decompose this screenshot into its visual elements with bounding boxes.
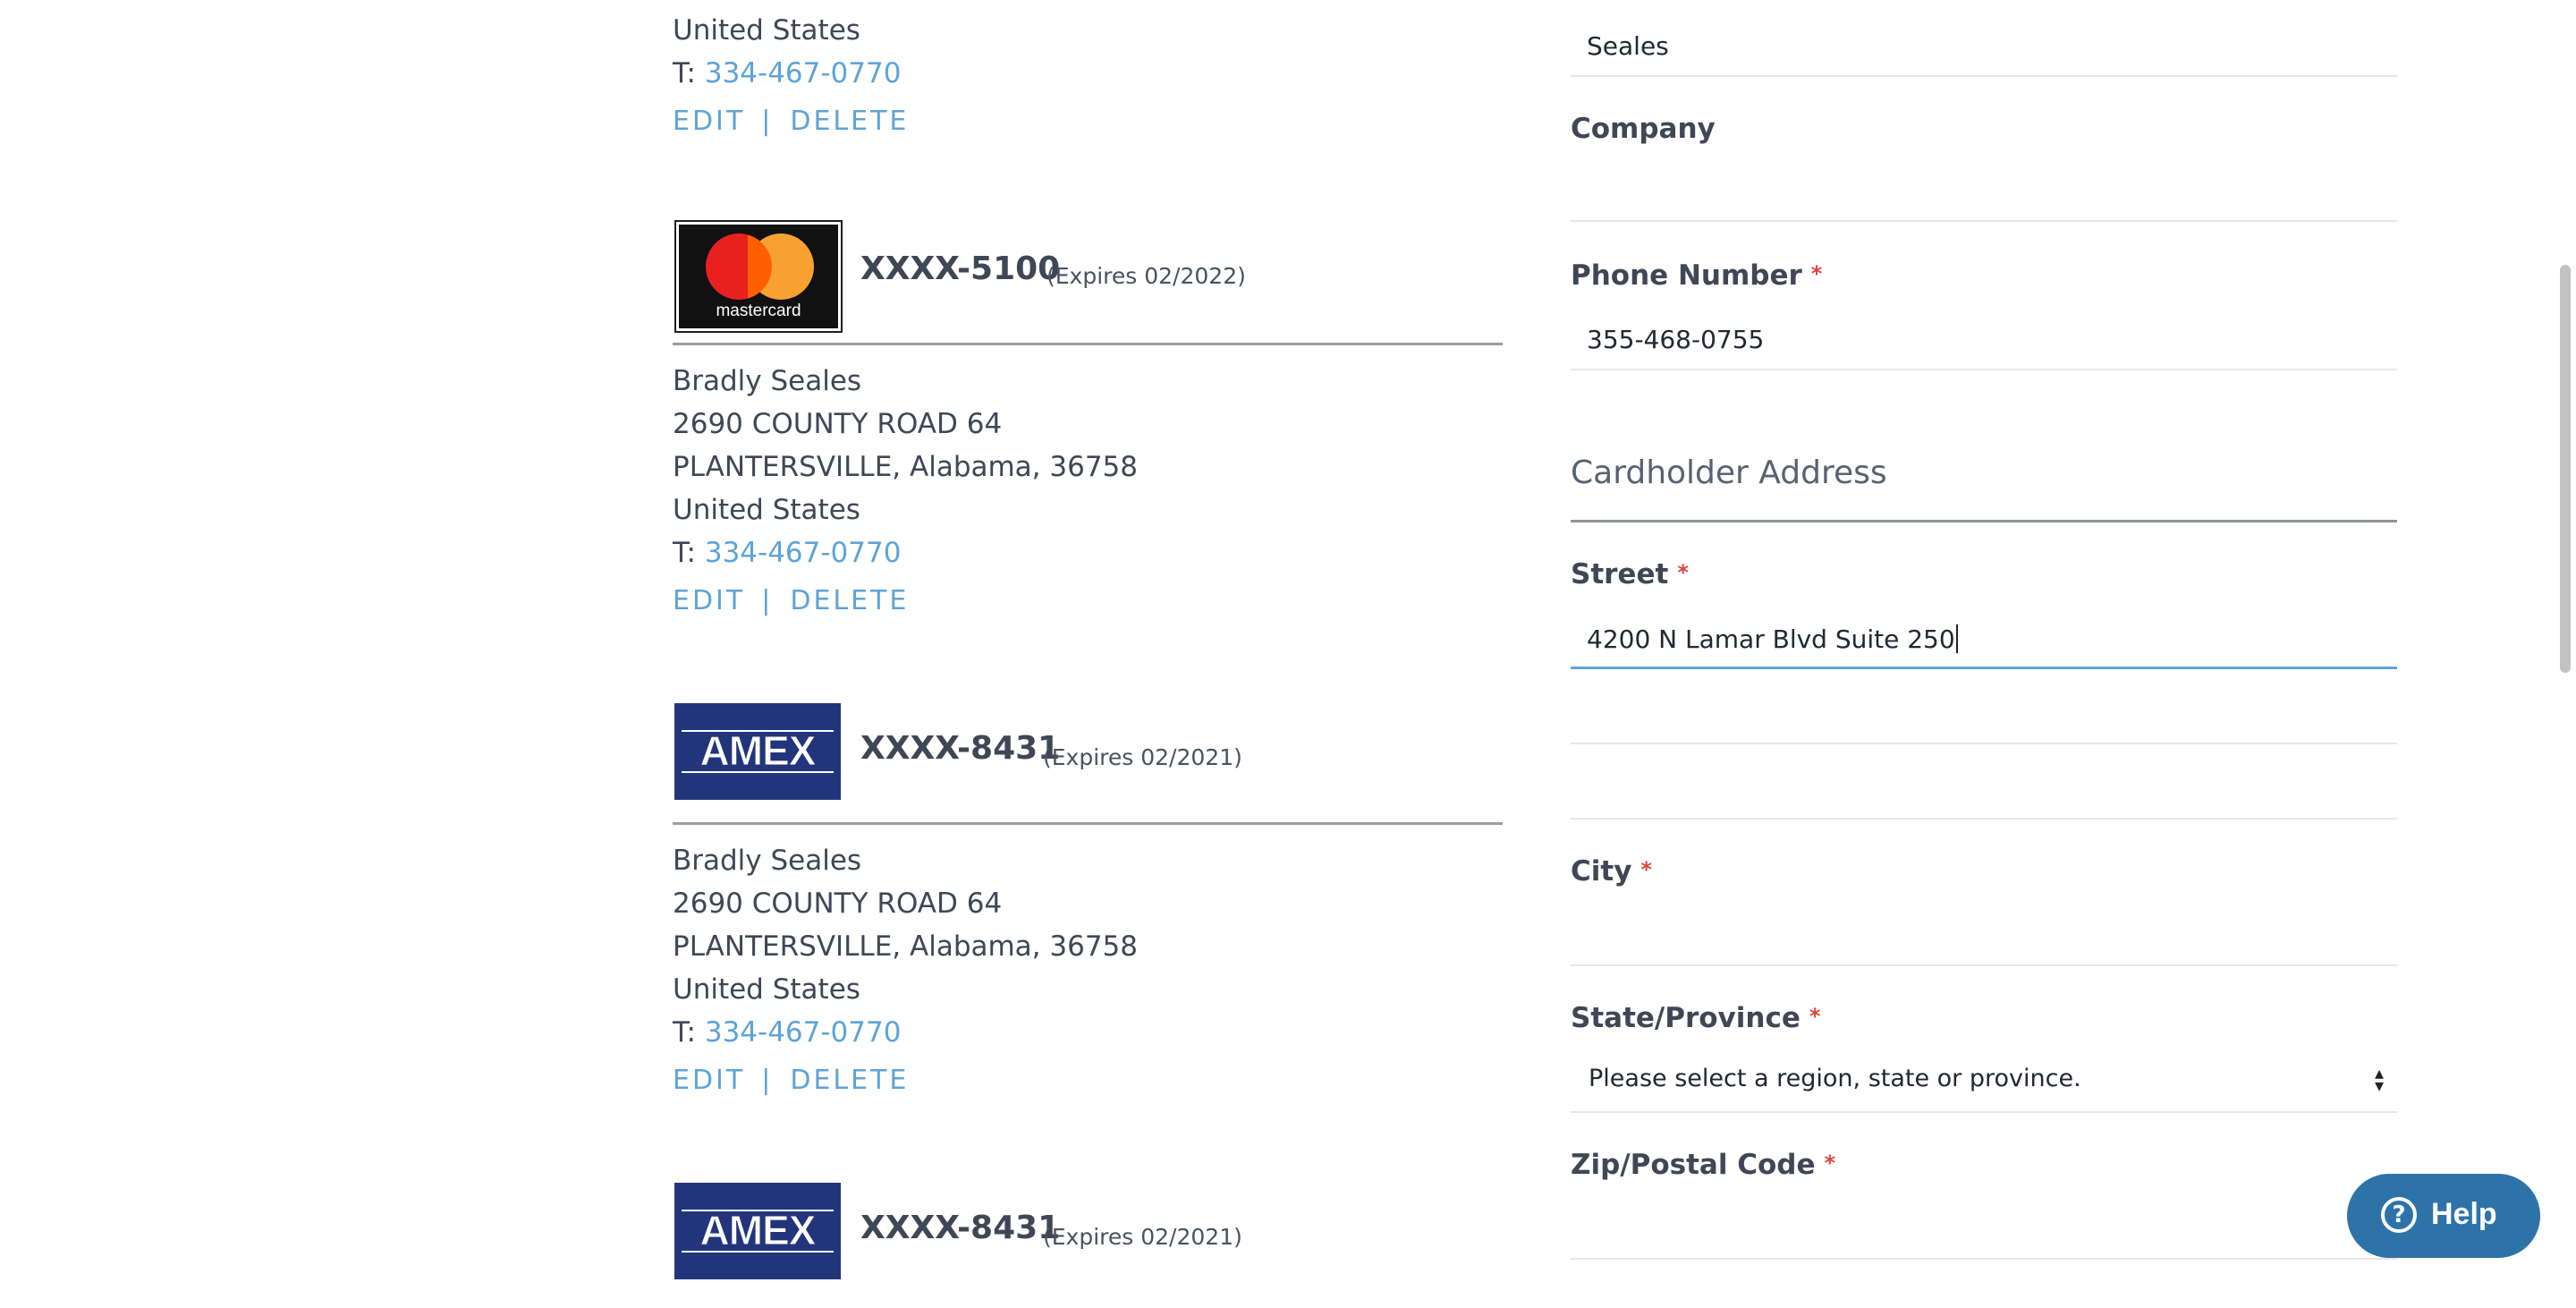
card-expiry: (Expires 02/2021) <box>1043 1224 1242 1250</box>
phone-input[interactable] <box>1571 310 2397 370</box>
card-address-phone: T: 334-467-0770 <box>673 1013 901 1052</box>
phone-link[interactable]: 334-467-0770 <box>705 537 902 569</box>
scrollbar-thumb[interactable] <box>2560 265 2571 673</box>
card-holder-name: Bradly Seales <box>673 365 862 397</box>
edit-link[interactable]: EDIT <box>673 106 745 137</box>
card-expiry: (Expires 02/2022) <box>1046 263 1246 289</box>
state-select[interactable]: Please select a region, state or provinc… <box>1571 1054 2397 1113</box>
phone-link[interactable]: 334-467-0770 <box>705 1016 902 1049</box>
phone-prefix: T: <box>673 537 705 569</box>
section-divider <box>1571 520 2397 522</box>
street-line-3-input[interactable] <box>1571 759 2397 820</box>
edit-link[interactable]: EDIT <box>673 585 745 616</box>
card-address-phone: T: 334-467-0770 <box>673 54 901 93</box>
card-address-phone: T: 334-467-0770 <box>673 533 901 573</box>
phone-label: Phone Number * <box>1571 259 1823 292</box>
saved-card-amex: AMEX XXXX-8431 (Expires 02/2021) <box>673 703 1503 828</box>
required-mark: * <box>1640 857 1652 882</box>
card-address-city: PLANTERSVILLE, Alabama, 36758 <box>673 930 1139 963</box>
street-input[interactable]: 4200 N Lamar Blvd Suite 250 <box>1571 608 2397 669</box>
required-mark: * <box>1677 560 1689 585</box>
delete-link[interactable]: DELETE <box>790 585 909 616</box>
phone-prefix: T: <box>673 57 705 89</box>
saved-cards-list: United States T: 334-467-0770 EDIT | DELET… <box>673 0 1503 1281</box>
required-mark: * <box>1824 1151 1836 1176</box>
card-form: Company Phone Number* Cardholder Address… <box>1571 0 2397 1281</box>
street-line-2-input[interactable] <box>1571 684 2397 744</box>
city-label: City * <box>1571 855 1652 888</box>
company-label: Company <box>1571 113 1716 145</box>
phone-link[interactable]: 334-467-0770 <box>705 57 902 89</box>
delete-link[interactable]: DELETE <box>790 1065 909 1096</box>
select-chevron-icon: ▴ ▾ <box>2374 1062 2385 1096</box>
card-number: XXXX-8431 <box>860 1210 1061 1246</box>
cardholder-address-heading: Cardholder Address <box>1571 454 1887 491</box>
state-select-value: Please select a region, state or provinc… <box>1589 1065 2081 1092</box>
action-separator: | <box>761 585 771 616</box>
card-expiry: (Expires 02/2021) <box>1043 744 1242 770</box>
amex-logo: AMEX <box>674 703 841 800</box>
help-label: Help <box>2431 1197 2497 1231</box>
last-name-input[interactable] <box>1571 16 2397 77</box>
required-mark: * <box>1809 1004 1821 1029</box>
page-scrollbar[interactable] <box>2555 0 2576 1281</box>
zip-label: Zip/Postal Code * <box>1571 1149 1836 1181</box>
card-address-street: 2690 COUNTY ROAD 64 <box>673 408 1003 440</box>
amex-logo: AMEX <box>674 1183 841 1279</box>
saved-card-mastercard: mastercard XXXX-5100 (Expires 02/2022) <box>673 220 1503 345</box>
question-circle-icon: ? <box>2381 1197 2417 1233</box>
state-label: State/Province * <box>1571 1002 1821 1034</box>
zip-input[interactable] <box>1571 1199 2397 1260</box>
saved-card-amex: AMEX XXXX-8431 (Expires 02/2021) <box>673 1183 1503 1308</box>
card-address-country: United States <box>673 494 860 526</box>
card-address-country: United States <box>673 14 860 47</box>
card-actions: EDIT | DELETE <box>673 1065 909 1096</box>
card-actions: EDIT | DELETE <box>673 585 909 616</box>
card-number: XXXX-8431 <box>860 730 1061 767</box>
phone-prefix: T: <box>673 1016 705 1049</box>
delete-link[interactable]: DELETE <box>790 106 909 137</box>
card-holder-name: Bradly Seales <box>673 845 862 877</box>
card-divider <box>673 343 1503 345</box>
card-actions: EDIT | DELETE <box>673 106 909 137</box>
required-mark: * <box>1810 261 1823 286</box>
action-separator: | <box>761 106 771 137</box>
card-number: XXXX-5100 <box>860 251 1061 287</box>
card-address-country: United States <box>673 973 860 1006</box>
company-input[interactable] <box>1571 163 2397 222</box>
card-address-street: 2690 COUNTY ROAD 64 <box>673 888 1003 920</box>
text-caret <box>1955 624 1958 653</box>
action-separator: | <box>761 1065 771 1096</box>
card-divider <box>673 822 1503 825</box>
card-address-city: PLANTERSVILLE, Alabama, 36758 <box>673 451 1139 483</box>
street-label: Street * <box>1571 558 1689 590</box>
help-button[interactable]: ? Help <box>2347 1174 2540 1258</box>
edit-link[interactable]: EDIT <box>673 1065 745 1096</box>
mastercard-logo: mastercard <box>676 222 841 331</box>
city-input[interactable] <box>1571 905 2397 966</box>
